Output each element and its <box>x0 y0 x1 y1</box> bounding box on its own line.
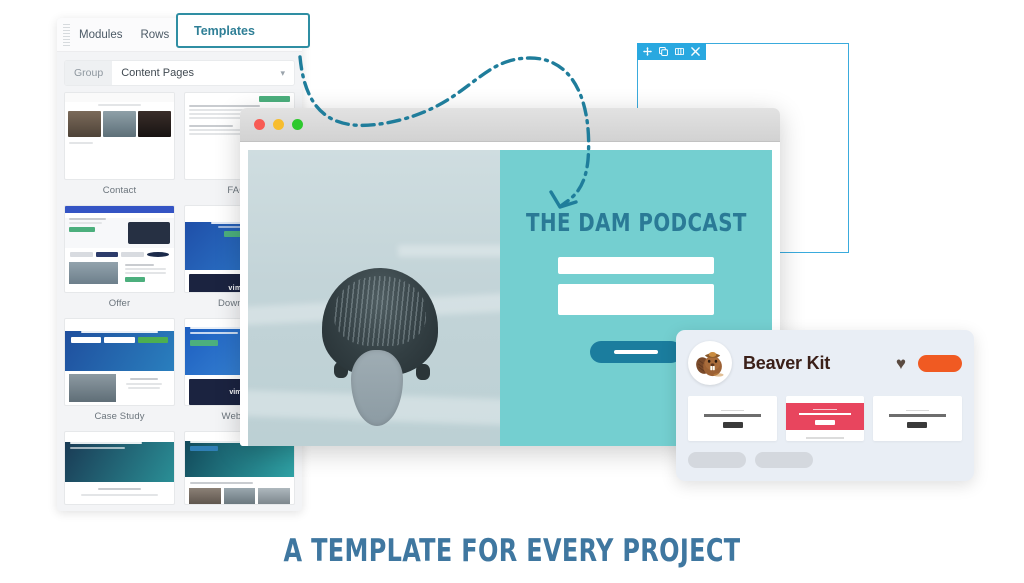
page-caption: A TEMPLATE FOR EVERY PROJECT <box>283 533 741 569</box>
template-thumbnail <box>64 318 175 406</box>
template-card[interactable]: Contact <box>64 92 175 198</box>
maximize-dot[interactable] <box>292 119 303 130</box>
tab-modules[interactable]: Modules <box>79 29 122 41</box>
message-field[interactable] <box>558 284 714 315</box>
duplicate-icon[interactable] <box>658 46 668 56</box>
move-icon[interactable] <box>642 46 652 56</box>
template-thumbnail <box>64 92 175 180</box>
beaver-photo <box>248 150 500 446</box>
template-card[interactable]: Case Study <box>64 318 175 424</box>
row-toolbar[interactable] <box>636 42 706 60</box>
name-field[interactable] <box>558 257 714 274</box>
submit-button[interactable] <box>590 341 682 363</box>
tab-rows[interactable]: Rows <box>140 29 169 41</box>
panel-tabs[interactable]: Modules Rows <box>79 29 169 41</box>
close-dot[interactable] <box>254 119 265 130</box>
template-thumbnail <box>64 431 175 505</box>
group-label: Group <box>65 61 113 85</box>
kit-mini-card[interactable] <box>688 396 778 441</box>
close-icon[interactable] <box>690 46 700 56</box>
tab-templates[interactable]: Templates <box>176 13 310 48</box>
template-thumbnail <box>64 205 175 293</box>
kit-pill[interactable] <box>755 452 813 468</box>
beaver-kit-title: Beaver Kit <box>743 352 831 373</box>
chevron-down-icon: ▾ <box>280 67 285 78</box>
kit-pill[interactable] <box>688 452 746 468</box>
beaver-kit-template-list <box>688 396 962 441</box>
kit-mini-card[interactable] <box>786 396 864 441</box>
beaver-kit-header: Beaver Kit ♥ <box>688 340 962 386</box>
tab-templates-label: Templates <box>194 23 255 38</box>
template-label: Case Study <box>94 411 145 422</box>
template-label: Offer <box>108 298 131 309</box>
beaver-mascot-logo-icon <box>688 341 732 385</box>
podcast-title: THE DAM PODCAST <box>525 208 747 237</box>
heart-icon[interactable]: ♥ <box>896 355 906 372</box>
beaver-kit-card[interactable]: Beaver Kit ♥ <box>676 330 974 481</box>
template-label: Contact <box>102 185 137 196</box>
template-card[interactable]: Offer <box>64 205 175 311</box>
beaver-kit-actions: ♥ <box>896 354 962 372</box>
kit-mini-card[interactable] <box>872 396 962 441</box>
panel-drag-handle[interactable] <box>63 22 73 48</box>
primary-action-button[interactable] <box>918 354 962 372</box>
group-select-value: Content Pages <box>121 67 194 79</box>
columns-icon[interactable] <box>674 47 684 56</box>
group-filter-row[interactable]: Group Content Pages ▾ <box>64 60 295 86</box>
group-select[interactable]: Content Pages ▾ <box>112 61 294 85</box>
minimize-dot[interactable] <box>273 119 284 130</box>
template-card[interactable] <box>64 431 175 505</box>
screenshot-stage: Modules Rows Group Content Pages ▾ Conta… <box>0 0 1024 583</box>
browser-title-bar[interactable] <box>240 108 780 142</box>
kit-placeholder-pills <box>688 452 962 468</box>
